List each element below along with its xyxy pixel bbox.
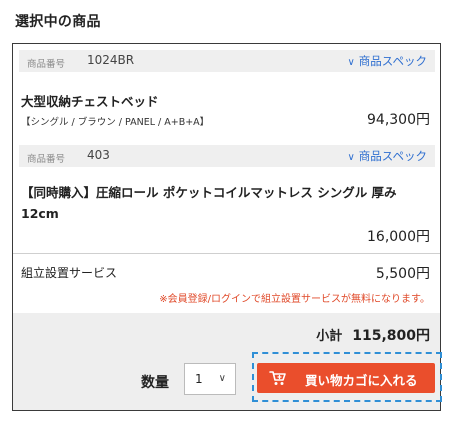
spec-link-label: 商品スペック xyxy=(358,149,427,163)
selected-products-panel: 商品番号 1024BR ∨ 商品スペック 大型収納チェストベッド 【シングル / … xyxy=(12,43,442,411)
chevron-down-icon: ∨ xyxy=(347,152,355,163)
product-number: 1024BR xyxy=(87,53,135,67)
divider xyxy=(13,253,440,254)
product-price: 94,300円 xyxy=(367,112,430,128)
assembly-service-note: ※会員登録/ログインで組立設置サービスが無料になります。 xyxy=(159,294,430,305)
cart-footer: 小計 115,800円 数量 1 ∨ 買い物カゴに入れる xyxy=(13,313,442,410)
chevron-down-icon: ∨ xyxy=(347,57,355,68)
product-number-bar: 商品番号 1024BR ∨ 商品スペック xyxy=(19,50,435,72)
cart-icon xyxy=(269,370,287,390)
product-number-label: 商品番号 xyxy=(27,59,66,70)
product-variant: 【シングル / ブラウン / PANEL / A+B+A】 xyxy=(21,117,210,128)
quantity-label: 数量 xyxy=(141,375,169,391)
page-title: 選択中の商品 xyxy=(15,14,101,30)
product-price: 16,000円 xyxy=(367,229,430,245)
subtotal-label: 小計 xyxy=(316,329,343,344)
subtotal: 小計 115,800円 xyxy=(316,325,430,345)
spec-link-label: 商品スペック xyxy=(358,54,427,68)
add-to-cart-label: 買い物カゴに入れる xyxy=(305,373,418,388)
assembly-service-label: 組立設置サービス xyxy=(21,266,118,280)
chevron-down-icon: ∨ xyxy=(218,373,226,384)
product-name: 【同時購入】圧縮ロール ポケットコイルマットレス シングル 厚み12cm xyxy=(21,185,397,221)
assembly-service-price: 5,500円 xyxy=(375,266,430,282)
quantity-select[interactable]: 1 ∨ xyxy=(184,363,236,395)
product-name: 大型収納チェストベッド xyxy=(21,94,159,109)
add-to-cart-button[interactable]: 買い物カゴに入れる xyxy=(257,363,435,393)
product-number-label: 商品番号 xyxy=(27,154,66,165)
spec-link[interactable]: ∨ 商品スペック xyxy=(347,148,427,164)
spec-link[interactable]: ∨ 商品スペック xyxy=(347,53,427,69)
product-number: 403 xyxy=(87,148,110,162)
product-number-bar: 商品番号 403 ∨ 商品スペック xyxy=(19,145,435,167)
subtotal-value: 115,800円 xyxy=(352,328,430,344)
quantity-value: 1 xyxy=(195,372,203,386)
